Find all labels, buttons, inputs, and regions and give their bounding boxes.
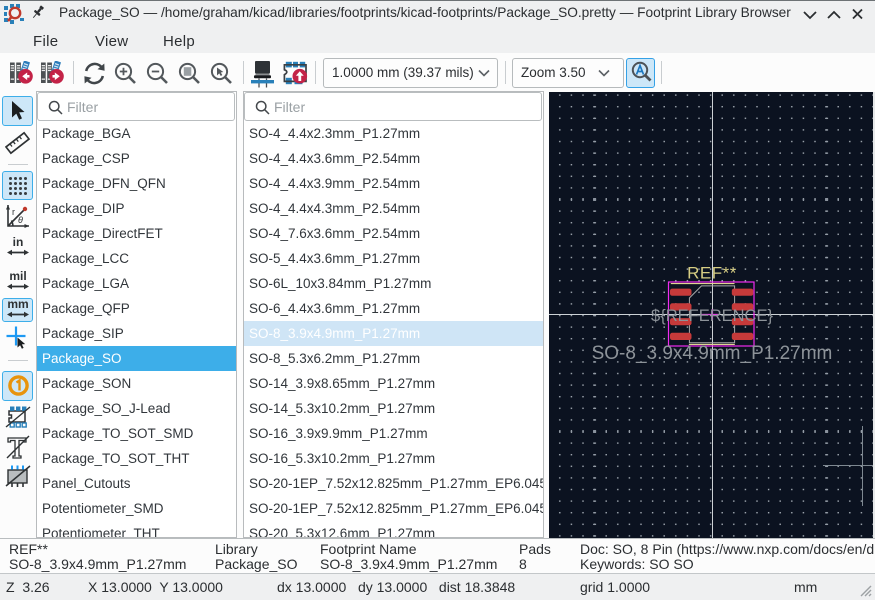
svg-text:mil: mil (9, 269, 26, 283)
svg-text:in: in (13, 236, 24, 249)
svg-text:SO-8_3.9x4.9mm_P1.27mm: SO-8_3.9x4.9mm_P1.27mm (592, 343, 833, 364)
svg-text:REF**: REF** (687, 264, 737, 283)
svg-text:θ: θ (18, 215, 23, 225)
svg-text:r: r (12, 207, 15, 217)
svg-text:mm: mm (7, 297, 28, 311)
svg-text:${REFERENCE}: ${REFERENCE} (651, 307, 773, 325)
